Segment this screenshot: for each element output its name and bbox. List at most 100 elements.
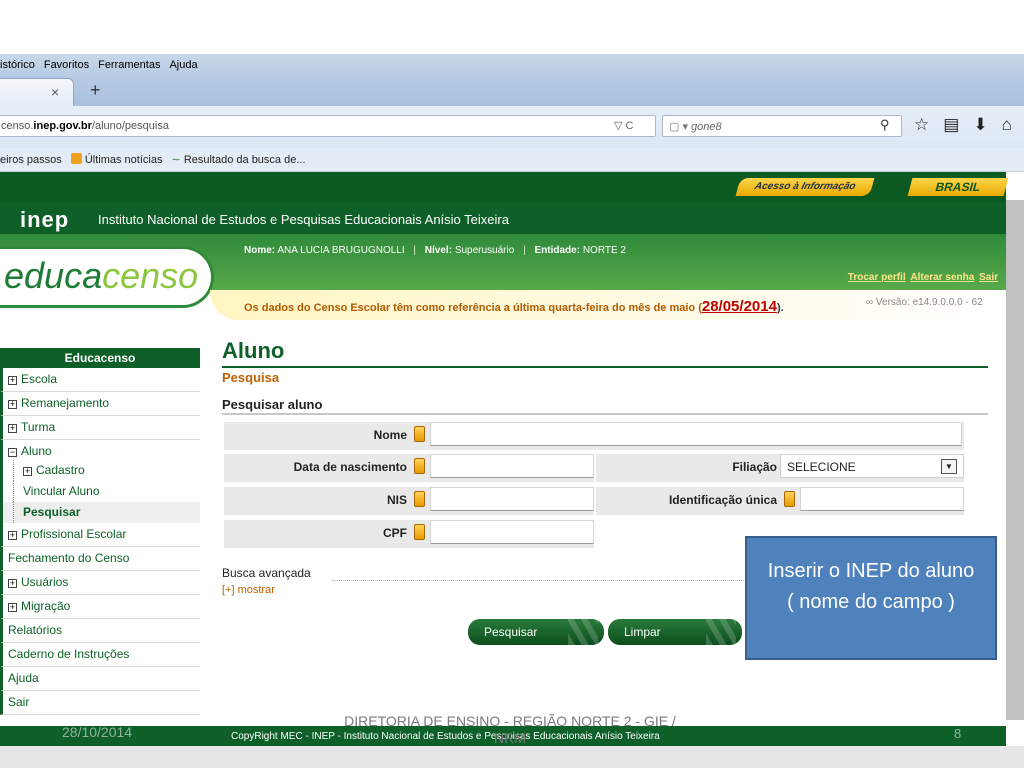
url-path: /aluno/pesquisa bbox=[91, 120, 169, 132]
download-icon[interactable]: ⬇ bbox=[973, 115, 1001, 134]
sidebar-item-migracao[interactable]: + Migração bbox=[0, 595, 200, 619]
cpf-label: CPF bbox=[383, 526, 407, 540]
bookmark-search-results[interactable]: Resultado da busca de... bbox=[184, 154, 306, 166]
menu-historico[interactable]: istórico bbox=[0, 59, 35, 71]
census-reference-strip: Os dados do Censo Escolar têm como refer… bbox=[210, 290, 1006, 320]
sidebar-item-label: Turma bbox=[21, 420, 56, 434]
sidebar-item-turma[interactable]: + Turma bbox=[0, 416, 200, 440]
page-icon: ▢ ▾ bbox=[669, 121, 692, 133]
sidebar-item-label: Remanejamento bbox=[21, 396, 110, 410]
new-tab-icon[interactable]: + bbox=[90, 80, 101, 101]
reload-icon[interactable]: ▽ C bbox=[614, 119, 633, 132]
browser-tab[interactable]: × bbox=[0, 78, 74, 106]
annotation-callout: Inserir o INEP do aluno ( nome do campo … bbox=[745, 536, 997, 660]
search-input[interactable]: ▢ ▾ gone8 bbox=[662, 115, 902, 137]
expand-icon[interactable]: + bbox=[8, 531, 17, 540]
toolbar-icons[interactable]: ☆▤⬇⌂ bbox=[914, 115, 1024, 135]
menu-ferramentas[interactable]: Ferramentas bbox=[98, 59, 160, 71]
rss-icon bbox=[70, 153, 82, 164]
sidebar-item-fechamento-do-censo[interactable]: Fechamento do Censo bbox=[0, 547, 200, 571]
sidebar-item-relatorios[interactable]: Relatórios bbox=[0, 619, 200, 643]
expand-icon[interactable]: + bbox=[8, 603, 17, 612]
lock-icon bbox=[784, 491, 795, 507]
sidebar-item-caderno-de-instrucoes[interactable]: Caderno de Instruções bbox=[0, 643, 200, 667]
nome-input[interactable] bbox=[430, 422, 962, 446]
filiacao-selected-value: SELECIONE bbox=[787, 460, 856, 474]
address-bar[interactable]: censo.inep.gov.br/aluno/pesquisa bbox=[0, 115, 656, 137]
library-icon[interactable]: ▤ bbox=[943, 115, 973, 134]
slide-number: 8 bbox=[954, 726, 962, 741]
sidebar-item-label: Sair bbox=[8, 695, 30, 709]
sidebar-item-label: Caderno de Instruções bbox=[8, 647, 130, 661]
sidebar-item-label: Escola bbox=[21, 372, 58, 386]
separator: | bbox=[413, 245, 417, 256]
expand-icon[interactable]: + bbox=[8, 376, 17, 385]
search-results-icon: ∼ bbox=[171, 154, 184, 166]
sidebar-subitem-cadastro[interactable]: + Cadastro bbox=[0, 460, 200, 481]
sidebar-item-profissional-escolar[interactable]: + Profissional Escolar bbox=[0, 523, 200, 547]
collapse-icon[interactable]: − bbox=[8, 448, 17, 457]
browser-toolbar: censo.inep.gov.br/aluno/pesquisa ▽ C ▢ ▾… bbox=[0, 106, 1024, 148]
slide-date: 28/10/2014 bbox=[62, 724, 133, 740]
star-icon[interactable]: ☆ bbox=[914, 115, 943, 134]
expand-icon[interactable]: + bbox=[8, 424, 17, 433]
census-date: 28/05/2014 bbox=[701, 298, 777, 315]
sidebar-item-label: Ajuda bbox=[8, 671, 39, 685]
gov-bar: Acesso à Informação BRASIL bbox=[0, 172, 1009, 202]
sidebar-title: Educacenso bbox=[0, 348, 200, 368]
separator: | bbox=[523, 245, 526, 256]
sidebar-subitem-vincular-aluno[interactable]: Vincular Aluno bbox=[0, 481, 200, 502]
page-subtitle: Pesquisa bbox=[222, 370, 280, 385]
sidebar-subitem-label: Pesquisar bbox=[23, 505, 81, 519]
census-text: Os dados do Censo Escolar têm como refer… bbox=[244, 302, 702, 314]
census-close: ). bbox=[776, 302, 784, 314]
brasil-link[interactable]: BRASIL bbox=[907, 178, 1009, 196]
nivel-label: Nível: bbox=[424, 245, 453, 256]
cpf-input[interactable] bbox=[430, 520, 594, 544]
lock-icon bbox=[414, 426, 425, 442]
sidebar-item-remanejamento[interactable]: + Remanejamento bbox=[0, 392, 200, 416]
acesso-informacao-link[interactable]: Acesso à Informação bbox=[735, 178, 875, 196]
expand-icon[interactable]: + bbox=[8, 579, 17, 588]
limpar-button[interactable]: Limpar bbox=[608, 619, 742, 645]
sidebar-item-usuarios[interactable]: + Usuários bbox=[0, 571, 200, 595]
sidebar-item-aluno[interactable]: − Aluno bbox=[0, 440, 200, 460]
expand-icon[interactable]: + bbox=[23, 467, 32, 476]
sidebar-item-escola[interactable]: + Escola bbox=[0, 368, 200, 392]
identificacao-unica-input[interactable] bbox=[800, 487, 964, 511]
menu-favoritos[interactable]: Favoritos bbox=[44, 59, 89, 71]
educacenso-header: Nome: ANA LUCIA BRUGUGNOLLI | Nível: Sup… bbox=[0, 234, 1006, 324]
bookmark-news[interactable]: Últimas notícias bbox=[85, 154, 163, 166]
sidebar-item-ajuda[interactable]: Ajuda bbox=[0, 667, 200, 691]
data-nascimento-input[interactable] bbox=[430, 454, 594, 478]
chevron-down-icon[interactable]: ▼ bbox=[941, 459, 957, 474]
pesquisar-button[interactable]: Pesquisar bbox=[468, 619, 604, 645]
busca-avancada-title: Busca avançada bbox=[222, 566, 311, 580]
sair-link[interactable]: Sair bbox=[979, 272, 998, 283]
nis-label: NIS bbox=[386, 493, 407, 507]
busca-avancada-toggle[interactable]: [+] mostrar bbox=[222, 584, 275, 596]
bottom-margin bbox=[0, 746, 1024, 768]
bookmark-first-steps[interactable]: eiros passos bbox=[0, 154, 62, 166]
home-icon[interactable]: ⌂ bbox=[1002, 115, 1024, 134]
lock-icon bbox=[414, 524, 425, 540]
alterar-senha-link[interactable]: Alterar senha bbox=[910, 272, 974, 283]
nome-value: ANA LUCIA BRUGUGNOLLI bbox=[277, 245, 405, 256]
scrollbar[interactable] bbox=[1006, 200, 1024, 720]
identificacao-unica-label: Identificação única bbox=[668, 493, 777, 507]
nis-input[interactable] bbox=[430, 487, 594, 511]
logo-educa: educa bbox=[4, 255, 103, 296]
browser-tab-strip: × + bbox=[0, 76, 1024, 106]
sidebar-subitem-pesquisar[interactable]: Pesquisar bbox=[0, 502, 200, 523]
expand-icon[interactable]: + bbox=[8, 400, 17, 409]
trocar-perfil-link[interactable]: Trocar perfil bbox=[848, 272, 906, 283]
slide-footer-text: DIRETORIA DE ENSINO - REGIÃO NORTE 2 - G… bbox=[344, 713, 676, 746]
sidebar-subitem-label: Vincular Aluno bbox=[23, 484, 100, 498]
menu-ajuda[interactable]: Ajuda bbox=[169, 59, 197, 71]
sidebar-item-sair[interactable]: Sair bbox=[0, 691, 200, 715]
search-icon[interactable]: ⚲ bbox=[880, 117, 890, 133]
search-text: gone8 bbox=[691, 121, 722, 133]
filiacao-select[interactable]: SELECIONE ▼ bbox=[780, 454, 964, 478]
close-icon[interactable]: × bbox=[51, 84, 59, 100]
educacenso-logo: educacenso bbox=[4, 255, 198, 297]
